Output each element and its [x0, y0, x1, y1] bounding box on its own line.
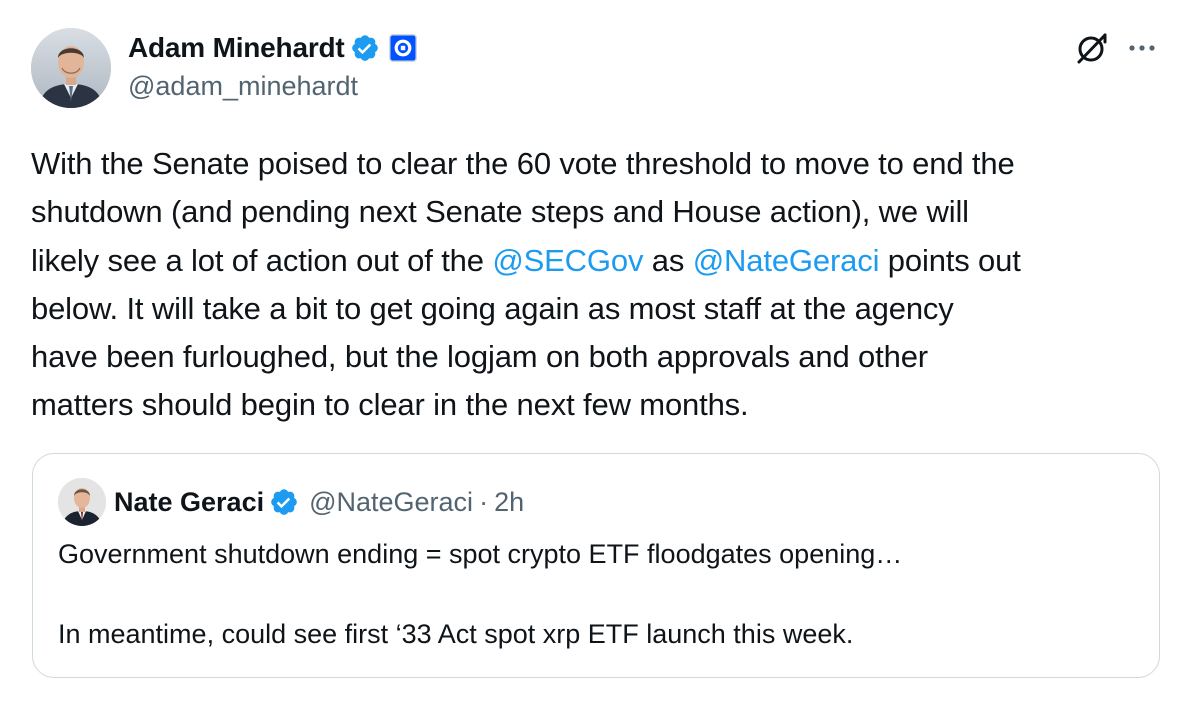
author-avatar[interactable]: [31, 28, 111, 108]
author-name-row: Adam Minehardt: [128, 30, 417, 66]
quoted-header: Nate Geraci @NateGeraci · 2h: [114, 484, 524, 520]
verified-badge-icon[interactable]: [269, 487, 299, 517]
verified-badge-icon[interactable]: [350, 33, 380, 63]
tweet-text-segment: shutdown (and pending next Senate steps …: [31, 194, 969, 230]
tweet-text-segment: matters should begin to clear in the nex…: [31, 387, 749, 423]
quoted-tweet-card[interactable]: Nate Geraci @NateGeraci · 2h Government …: [32, 453, 1160, 678]
quoted-text-line: Government shutdown ending = spot crypto…: [58, 539, 903, 569]
grok-icon[interactable]: [1074, 30, 1110, 66]
more-options-icon[interactable]: [1126, 34, 1158, 62]
tweet: Adam Minehardt @adam_minehardt With the …: [0, 0, 1188, 702]
tweet-text-segment: points out: [879, 242, 1021, 278]
tweet-text: With the Senate poised to clear the 60 v…: [31, 140, 1171, 430]
quoted-display-name[interactable]: Nate Geraci: [114, 487, 264, 518]
tweet-text-line: below. It will take a bit to get going a…: [31, 285, 1171, 333]
coinbase-affiliation-icon[interactable]: [388, 34, 417, 62]
tweet-text-segment: have been furloughed, but the logjam on …: [31, 339, 928, 375]
tweet-text-line: With the Senate poised to clear the 60 v…: [31, 140, 1171, 188]
tweet-text-line: shutdown (and pending next Senate steps …: [31, 188, 1171, 236]
author-handle[interactable]: @adam_minehardt: [128, 71, 358, 102]
quoted-tweet-text: Government shutdown ending = spot crypto…: [58, 534, 902, 654]
quoted-author-avatar[interactable]: [58, 478, 106, 526]
tweet-text-line: have been furloughed, but the logjam on …: [31, 333, 1171, 381]
mention-link[interactable]: @SECGov: [492, 243, 643, 278]
quoted-timestamp[interactable]: 2h: [494, 487, 524, 518]
mention-link[interactable]: @NateGeraci: [693, 243, 880, 278]
tweet-text-line: likely see a lot of action out of the @S…: [31, 237, 1171, 285]
tweet-text-segment: below. It will take a bit to get going a…: [31, 290, 954, 326]
quoted-handle[interactable]: @NateGeraci: [309, 487, 473, 518]
tweet-text-line: matters should begin to clear in the nex…: [31, 381, 1171, 429]
separator-dot: ·: [479, 486, 489, 517]
author-display-name[interactable]: Adam Minehardt: [128, 32, 345, 64]
tweet-text-segment: as: [643, 242, 693, 278]
tweet-text-segment: likely see a lot of action out of the: [31, 242, 493, 278]
quoted-text-line: [58, 574, 902, 614]
tweet-text-segment: With the Senate poised to clear the 60 v…: [31, 146, 1015, 181]
quoted-text-line: In meantime, could see first ‘33 Act spo…: [58, 619, 854, 649]
